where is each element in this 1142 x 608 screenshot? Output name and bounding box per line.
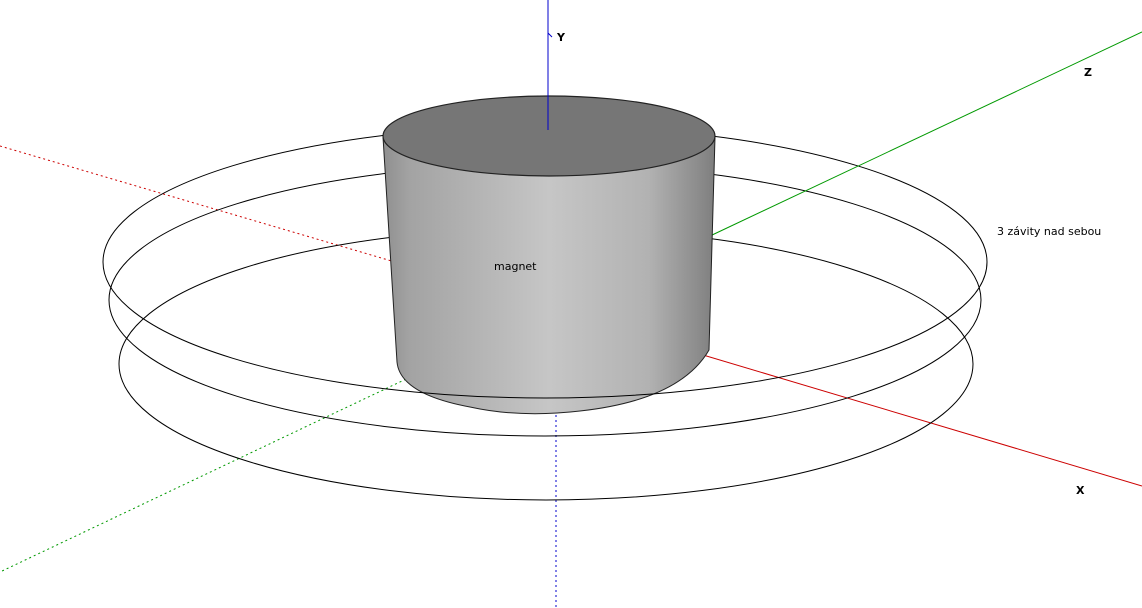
coils-note: 3 závity nad sebou (997, 225, 1101, 238)
3d-viewport[interactable]: Y Z X magnet 3 závity nad sebou (0, 0, 1142, 608)
x-axis-label: X (1076, 484, 1085, 497)
magnet-label: magnet (494, 260, 537, 273)
magnet-cylinder[interactable] (382, 95, 716, 415)
z-axis-negative (0, 361, 443, 573)
z-axis-label: Z (1084, 66, 1092, 79)
magnet-top-face (382, 95, 716, 177)
y-axis-label-tick (547, 32, 553, 38)
z-axis (709, 31, 1142, 237)
magnet-side (382, 136, 716, 415)
y-axis-label: Y (556, 31, 566, 44)
x-axis-negative (0, 145, 396, 263)
x-axis (682, 348, 1142, 487)
